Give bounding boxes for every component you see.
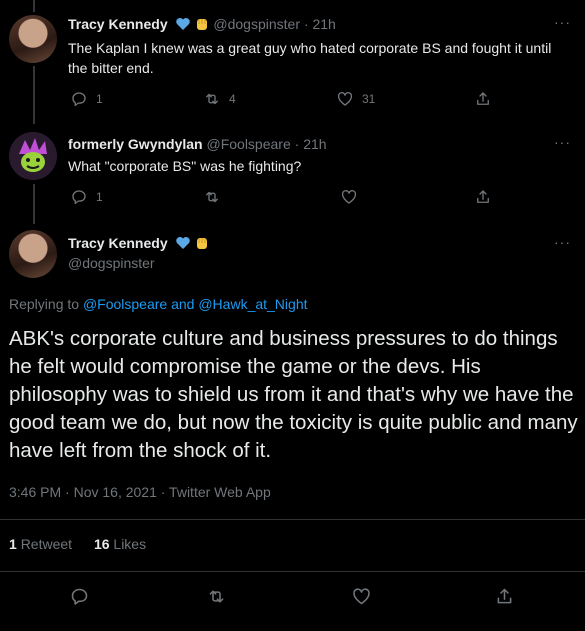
avatar-jester-image bbox=[9, 132, 57, 180]
heart-icon bbox=[353, 588, 370, 605]
tweet-header: formerly Gwyndylan @Foolspeare · 21h bbox=[68, 136, 327, 152]
mention-link[interactable]: @Hawk_at_Night bbox=[198, 296, 307, 312]
retweet-button[interactable] bbox=[206, 586, 227, 612]
tweet-time[interactable]: 21h bbox=[312, 16, 335, 32]
author-handle[interactable]: @dogspinster bbox=[68, 255, 155, 271]
thread-line bbox=[33, 184, 35, 224]
fist-icon bbox=[194, 16, 210, 35]
separator-dot: · bbox=[294, 136, 300, 152]
heart-icon bbox=[337, 92, 353, 106]
more-options-button[interactable]: ··· bbox=[554, 14, 571, 30]
author-name[interactable]: Tracy Kennedy bbox=[68, 16, 168, 32]
avatar[interactable] bbox=[9, 15, 57, 63]
reply-icon bbox=[72, 190, 86, 205]
share-icon bbox=[497, 588, 512, 604]
retweet-icon bbox=[206, 191, 218, 203]
share-button[interactable] bbox=[494, 586, 515, 612]
thread-line bbox=[33, 0, 35, 12]
tweet-text: What "corporate BS" was he fighting? bbox=[68, 158, 302, 174]
like-button[interactable]: 31 bbox=[336, 90, 375, 108]
share-icon bbox=[477, 190, 489, 203]
tweet-text: The Kaplan I knew was a great guy who ha… bbox=[68, 40, 552, 76]
like-button[interactable] bbox=[351, 586, 372, 612]
reply-button[interactable]: 1 bbox=[70, 188, 103, 206]
more-options-button[interactable]: ··· bbox=[554, 234, 571, 250]
reply-icon bbox=[72, 92, 86, 107]
like-label: Likes bbox=[113, 536, 147, 552]
engagement-stats: 1 Retweet 16 Likes bbox=[9, 536, 146, 552]
separator-dot: · bbox=[303, 16, 309, 32]
retweet-icon bbox=[209, 590, 224, 603]
retweet-button[interactable] bbox=[203, 188, 221, 206]
main-tweet-text: ABK's corporate culture and business pre… bbox=[9, 327, 578, 462]
fist-icon bbox=[194, 235, 210, 254]
tweet-header: Tracy Kennedy @dogspinster · 21h bbox=[68, 16, 336, 35]
retweet-count: 4 bbox=[229, 92, 236, 106]
divider bbox=[0, 571, 585, 572]
retweet-label: Retweet bbox=[20, 536, 73, 552]
blue-heart-icon bbox=[175, 16, 191, 35]
main-tweet-header: Tracy Kennedy bbox=[68, 235, 210, 254]
more-options-button[interactable]: ··· bbox=[554, 134, 571, 150]
reply-count: 1 bbox=[96, 92, 103, 106]
divider bbox=[0, 519, 585, 520]
author-name[interactable]: formerly Gwyndylan bbox=[68, 136, 203, 152]
author-handle[interactable]: @Foolspeare bbox=[206, 136, 290, 152]
like-button[interactable] bbox=[340, 188, 358, 206]
replying-and: and bbox=[167, 296, 199, 312]
author-handle[interactable]: @dogspinster bbox=[213, 16, 300, 32]
retweets-stat[interactable]: 1 Retweet bbox=[9, 536, 72, 552]
thread-line bbox=[33, 66, 35, 124]
reply-icon bbox=[71, 588, 88, 605]
reply-count: 1 bbox=[96, 190, 103, 204]
like-total: 16 bbox=[93, 536, 110, 552]
tweet-timestamp[interactable]: 3:46 PM · Nov 16, 2021 · Twitter Web App bbox=[9, 484, 271, 500]
reply-button[interactable]: 1 bbox=[70, 90, 103, 108]
avatar[interactable] bbox=[9, 230, 57, 278]
replying-prefix: Replying to bbox=[9, 296, 83, 312]
retweet-icon bbox=[206, 93, 218, 105]
retweet-button[interactable]: 4 bbox=[203, 90, 236, 108]
blue-heart-icon bbox=[175, 235, 191, 254]
share-icon bbox=[477, 92, 489, 105]
likes-stat[interactable]: 16 Likes bbox=[94, 536, 146, 552]
share-button[interactable] bbox=[474, 188, 492, 206]
heart-icon bbox=[341, 190, 357, 204]
retweet-total: 1 bbox=[9, 536, 17, 552]
reply-button[interactable] bbox=[69, 586, 90, 612]
avatar[interactable] bbox=[9, 132, 57, 180]
replying-to: Replying to @Foolspeare and @Hawk_at_Nig… bbox=[9, 296, 308, 312]
like-count: 31 bbox=[362, 92, 376, 106]
share-button[interactable] bbox=[474, 90, 492, 108]
author-name[interactable]: Tracy Kennedy bbox=[68, 235, 168, 251]
mention-link[interactable]: @Foolspeare bbox=[83, 296, 167, 312]
tweet-time[interactable]: 21h bbox=[303, 136, 326, 152]
